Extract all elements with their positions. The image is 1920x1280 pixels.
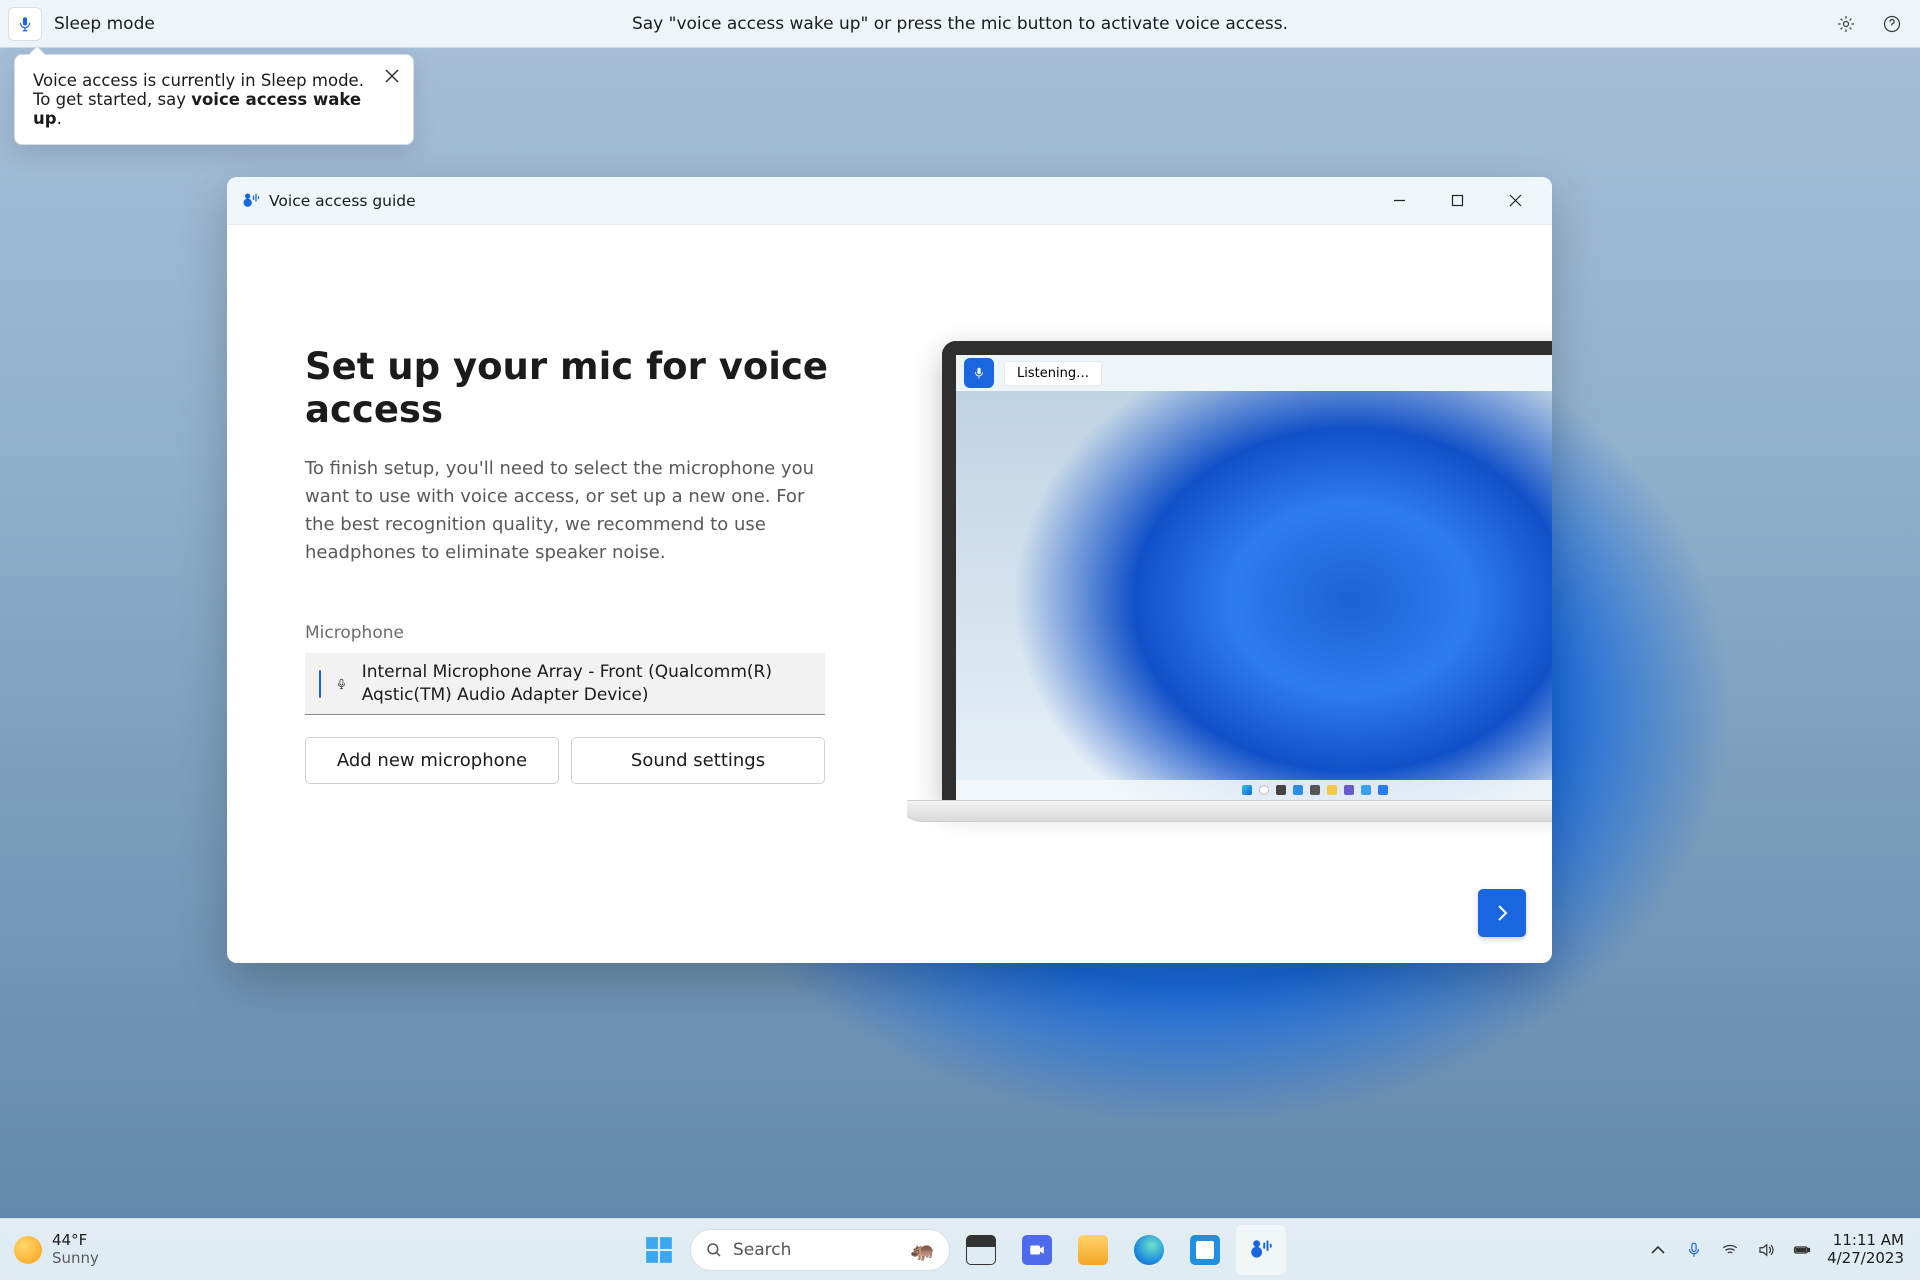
selected-microphone-name: Internal Microphone Array - Front (Qualc…	[362, 661, 811, 707]
start-button[interactable]	[634, 1225, 684, 1275]
speaker-icon	[1757, 1241, 1775, 1259]
chevron-right-icon	[1493, 904, 1511, 922]
taskbar-app-store[interactable]	[1180, 1225, 1230, 1275]
sun-icon	[14, 1236, 42, 1264]
voice-access-hint: Say "voice access wake up" or press the …	[632, 14, 1288, 34]
battery-icon	[1793, 1241, 1811, 1259]
tooltip-close-button[interactable]	[377, 61, 407, 91]
window-close-button[interactable]	[1486, 177, 1544, 225]
task-view-button[interactable]	[956, 1225, 1006, 1275]
windows-logo-icon	[644, 1235, 674, 1265]
tray-battery-icon[interactable]	[1791, 1239, 1813, 1261]
taskbar-app-explorer[interactable]	[1068, 1225, 1118, 1275]
search-placeholder: Search	[733, 1240, 791, 1260]
mic-icon	[1685, 1241, 1703, 1259]
settings-button[interactable]	[1832, 10, 1860, 38]
taskbar-clock[interactable]: 11:11 AM 4/27/2023	[1827, 1232, 1904, 1267]
selection-indicator	[319, 670, 321, 698]
taskbar-search[interactable]: Search 🦛	[690, 1229, 950, 1271]
voice-access-app-icon	[1248, 1237, 1274, 1263]
clock-time: 11:11 AM	[1827, 1232, 1904, 1249]
taskbar-app-chat[interactable]	[1012, 1225, 1062, 1275]
window-maximize-button[interactable]	[1428, 177, 1486, 225]
maximize-icon	[1451, 194, 1464, 207]
weather-condition: Sunny	[52, 1250, 99, 1267]
tray-overflow-button[interactable]	[1647, 1239, 1669, 1261]
voice-access-bar: Sleep mode Say "voice access wake up" or…	[0, 0, 1920, 48]
weather-widget[interactable]: 44°F Sunny	[0, 1232, 200, 1267]
tray-volume-icon[interactable]	[1755, 1239, 1777, 1261]
voice-access-guide-window: Voice access guide Set up your mic for v…	[227, 177, 1552, 963]
microphone-field-label: Microphone	[305, 623, 837, 643]
window-title: Voice access guide	[269, 192, 416, 210]
camera-icon	[1028, 1241, 1046, 1259]
taskbar-app-voice-access[interactable]	[1236, 1225, 1286, 1275]
preview-listening-label: Listening…	[1004, 361, 1102, 386]
guide-preview-image: Listening…	[907, 225, 1552, 963]
add-new-microphone-button[interactable]: Add new microphone	[305, 737, 559, 784]
next-button[interactable]	[1478, 889, 1526, 937]
help-icon	[1882, 14, 1902, 34]
minimize-icon	[1393, 194, 1406, 207]
guide-description: To finish setup, you'll need to select t…	[305, 455, 835, 567]
mic-icon	[335, 674, 348, 694]
gear-icon	[1836, 14, 1856, 34]
weather-temp: 44°F	[52, 1232, 99, 1249]
mic-button[interactable]	[8, 7, 42, 41]
voice-access-app-icon	[241, 191, 261, 211]
clock-date: 4/27/2023	[1827, 1250, 1904, 1267]
search-accent-image: 🦛	[910, 1238, 935, 1262]
search-icon	[705, 1241, 723, 1259]
mic-icon	[16, 15, 34, 33]
tooltip-text-suffix: .	[57, 109, 62, 128]
wifi-icon	[1721, 1241, 1739, 1259]
guide-heading: Set up your mic for voice access	[305, 345, 837, 431]
help-button[interactable]	[1878, 10, 1906, 38]
voice-access-mode-label: Sleep mode	[54, 14, 155, 34]
taskbar: 44°F Sunny Search 🦛	[0, 1218, 1920, 1280]
preview-mic-icon	[964, 358, 994, 388]
window-minimize-button[interactable]	[1370, 177, 1428, 225]
chevron-up-icon	[1649, 1241, 1667, 1259]
microphone-selector[interactable]: Internal Microphone Array - Front (Qualc…	[305, 653, 825, 716]
close-icon	[1509, 194, 1522, 207]
tray-mic-icon[interactable]	[1683, 1239, 1705, 1261]
taskbar-app-edge[interactable]	[1124, 1225, 1174, 1275]
tray-wifi-icon[interactable]	[1719, 1239, 1741, 1261]
sound-settings-button[interactable]: Sound settings	[571, 737, 825, 784]
voice-access-sleep-tooltip: Voice access is currently in Sleep mode.…	[14, 54, 414, 145]
close-icon	[385, 69, 399, 83]
window-titlebar[interactable]: Voice access guide	[227, 177, 1552, 225]
